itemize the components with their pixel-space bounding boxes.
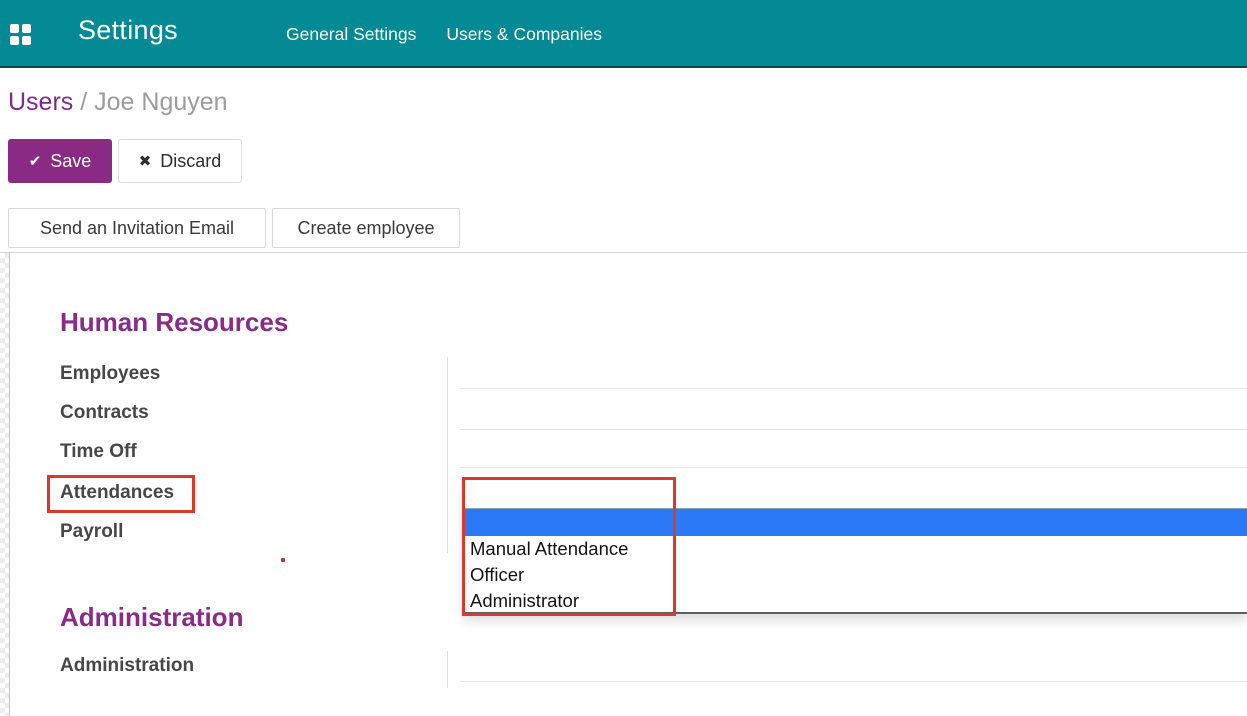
send-invitation-email-button[interactable]: Send an Invitation Email — [8, 208, 266, 248]
apps-menu-icon[interactable] — [10, 24, 32, 46]
top-bar: Settings General Settings Users & Compan… — [0, 0, 1247, 68]
apps-grid-square — [22, 36, 31, 45]
dropdown-option-blank[interactable] — [463, 478, 1247, 508]
time-off-field-underline — [460, 467, 1247, 468]
setting-item-time-off[interactable]: Time Off — [60, 441, 137, 463]
settings-page: Settings General Settings Users & Compan… — [0, 0, 1247, 716]
transparency-strip — [0, 253, 10, 716]
section-title-human-resources: Human Resources — [60, 307, 288, 338]
statusbar-divider — [0, 252, 1247, 253]
discard-button[interactable]: ✖ Discard — [118, 139, 242, 183]
menu-users-companies[interactable]: Users & Companies — [446, 24, 602, 45]
check-icon: ✔ — [29, 152, 42, 170]
top-menu: General Settings Users & Companies — [286, 0, 602, 68]
breadcrumb-separator: / — [80, 88, 94, 116]
administration-field-underline — [460, 681, 1247, 682]
setting-item-contracts[interactable]: Contracts — [60, 402, 149, 424]
setting-item-administration[interactable]: Administration — [60, 655, 194, 677]
setting-item-attendances[interactable]: Attendances — [60, 482, 174, 504]
save-button[interactable]: ✔ Save — [8, 139, 112, 183]
dropdown-option-administrator[interactable]: Administrator — [463, 588, 1247, 614]
menu-general-settings[interactable]: General Settings — [286, 24, 416, 45]
dropdown-option-manual-attendance[interactable]: Manual Attendance — [463, 536, 1247, 562]
apps-grid-square — [10, 36, 19, 45]
breadcrumb: Users / Joe Nguyen — [8, 88, 228, 117]
section-title-administration: Administration — [60, 602, 243, 633]
create-employee-button[interactable]: Create employee — [272, 208, 460, 248]
column-divider-admin — [447, 651, 448, 688]
employees-field-underline — [460, 388, 1247, 389]
apps-grid-square — [22, 24, 31, 33]
discard-button-label: Discard — [160, 151, 221, 172]
apps-grid-square — [10, 24, 19, 33]
breadcrumb-users-link[interactable]: Users — [8, 88, 73, 116]
red-dot-artifact — [281, 558, 285, 562]
setting-item-employees[interactable]: Employees — [60, 363, 160, 385]
breadcrumb-current-record: Joe Nguyen — [94, 88, 227, 116]
close-icon: ✖ — [139, 152, 152, 170]
app-title[interactable]: Settings — [78, 15, 178, 46]
contracts-field-underline — [460, 429, 1247, 430]
attendances-role-dropdown: Manual Attendance Officer Administrator — [463, 478, 1247, 614]
setting-item-payroll[interactable]: Payroll — [60, 521, 123, 543]
save-button-label: Save — [50, 151, 91, 172]
dropdown-option-officer[interactable]: Officer — [463, 562, 1247, 588]
column-divider — [447, 357, 448, 553]
dropdown-option-selected-blank[interactable] — [463, 508, 1247, 536]
